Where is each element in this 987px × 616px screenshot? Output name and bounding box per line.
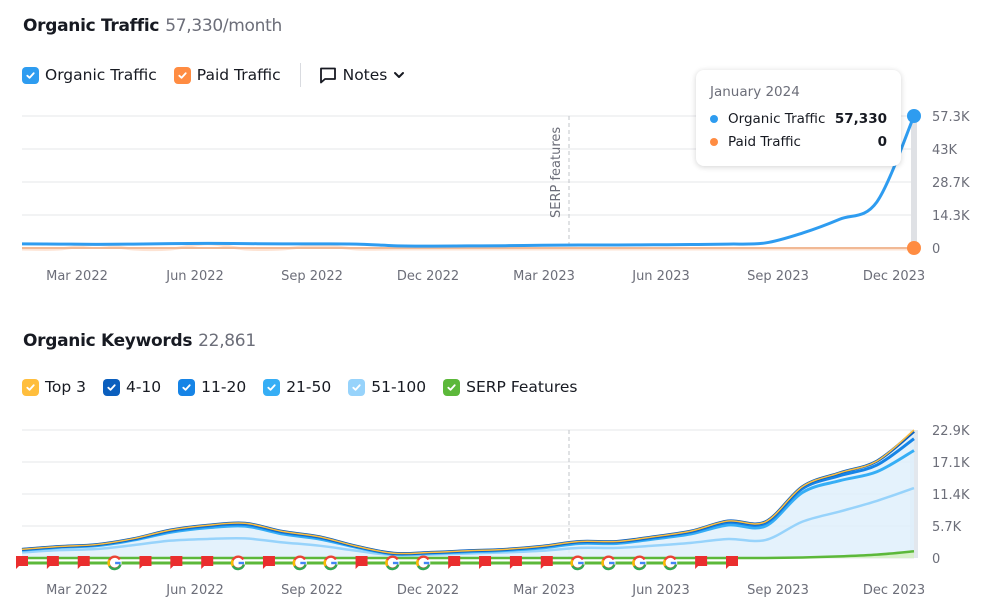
google-arc-yellow [570, 559, 574, 567]
google-arc-yellow [416, 559, 420, 567]
google-update-icon[interactable] [292, 555, 307, 571]
google-arc-yellow [230, 559, 234, 567]
y-tick-label: 17.1K [932, 456, 970, 471]
flag-shape [77, 556, 90, 569]
flag-shape [170, 556, 183, 569]
google-update-icon[interactable] [601, 555, 616, 571]
note-flag-icon[interactable] [355, 556, 368, 569]
google-arc-yellow [601, 559, 605, 567]
flag-shape [540, 556, 553, 569]
google-arc-yellow [292, 559, 296, 567]
flag-shape [448, 556, 461, 569]
google-update-icon[interactable] [385, 555, 400, 571]
google-arc-yellow [107, 559, 111, 567]
note-flag-icon[interactable] [201, 556, 214, 569]
google-update-icon[interactable] [570, 555, 585, 571]
x-tick-label: Jun 2023 [631, 583, 690, 598]
note-flag-icon[interactable] [139, 556, 152, 569]
note-flag-icon[interactable] [509, 556, 522, 569]
flag-shape [355, 556, 368, 569]
note-flag-icon[interactable] [16, 556, 28, 569]
x-tick-label: Mar 2022 [46, 583, 108, 598]
flag-shape [726, 556, 738, 569]
organic-keywords-chart[interactable]: 0 5.7K 11.4K 17.1K 22.9K Mar 2022 Jun 2022 Sep … [0, 0, 987, 616]
note-flag-icon[interactable] [262, 556, 275, 569]
x-tick-label: Jun 2022 [165, 583, 224, 598]
flag-shape [139, 556, 152, 569]
google-update-icon[interactable] [323, 555, 338, 571]
y-tick-label: 0 [932, 552, 940, 567]
google-update-icon[interactable] [230, 555, 246, 571]
google-update-icon[interactable] [107, 555, 122, 571]
note-flag-icon[interactable] [448, 556, 461, 569]
y-tick-label: 22.9K [932, 424, 970, 439]
google-arc-yellow [663, 559, 667, 567]
y-tick-label: 11.4K [932, 488, 970, 503]
flag-shape [262, 556, 275, 569]
note-flag-icon[interactable] [695, 556, 708, 569]
flag-shape [479, 556, 492, 569]
note-flag-icon[interactable] [479, 556, 492, 569]
google-arc-yellow [385, 559, 389, 567]
note-flag-icon[interactable] [77, 556, 90, 569]
google-update-icon[interactable] [632, 555, 647, 571]
x-tick-label: Sep 2023 [747, 583, 809, 598]
x-tick-label: Sep 2022 [281, 583, 343, 598]
flag-shape [695, 556, 708, 569]
x-tick-label: Dec 2023 [863, 583, 925, 598]
google-arc-yellow [323, 559, 327, 567]
x-tick-label: Mar 2023 [513, 583, 575, 598]
y-tick-label: 5.7K [932, 520, 962, 535]
note-flag-icon[interactable] [46, 556, 59, 569]
note-flag-icon[interactable] [540, 556, 553, 569]
flag-shape [509, 556, 522, 569]
flag-shape [46, 556, 59, 569]
note-flag-icon[interactable] [726, 556, 738, 569]
google-update-icon[interactable] [663, 555, 678, 571]
note-flag-icon[interactable] [170, 556, 183, 569]
flag-shape [16, 556, 28, 569]
flag-shape [201, 556, 214, 569]
x-tick-label: Dec 2022 [397, 583, 459, 598]
google-arc-yellow [632, 559, 636, 567]
google-update-icon[interactable] [416, 555, 431, 571]
